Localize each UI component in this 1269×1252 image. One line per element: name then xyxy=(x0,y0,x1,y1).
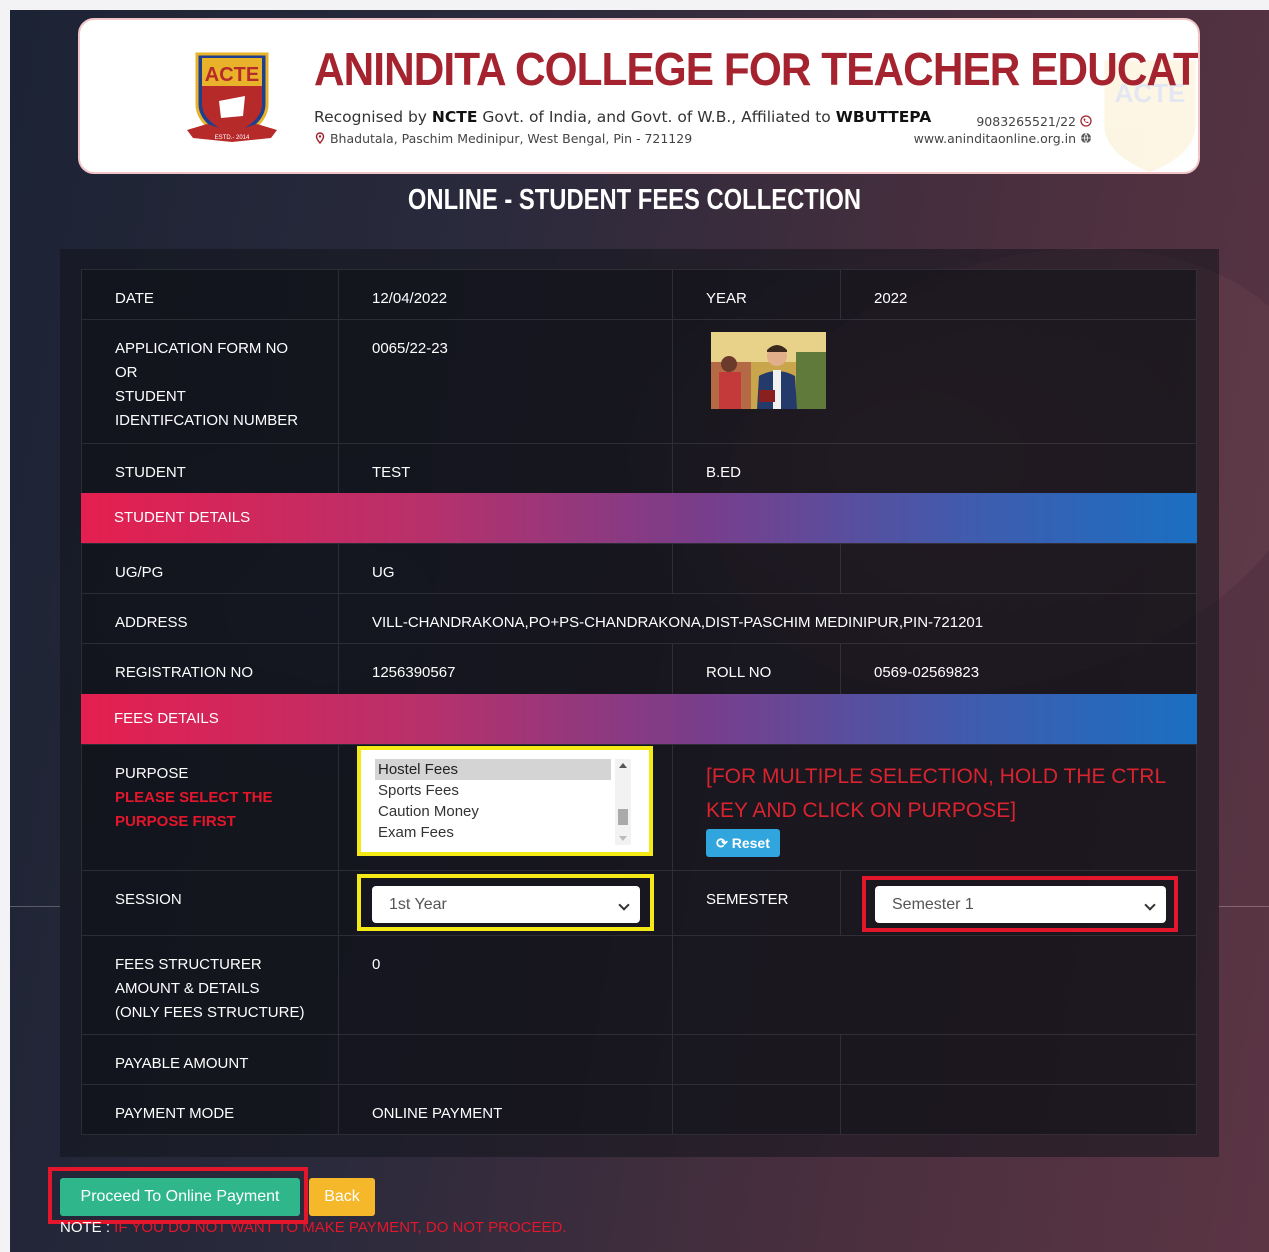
divider xyxy=(10,906,60,907)
location-pin-icon xyxy=(315,132,325,144)
svg-text:ACTE: ACTE xyxy=(205,64,259,86)
chevron-down-icon xyxy=(618,899,630,911)
purpose-label: PURPOSE PLEASE SELECT THE PURPOSE FIRST xyxy=(81,745,338,870)
reset-button[interactable]: ⟳ Reset xyxy=(706,829,780,857)
college-logo: ACTE ESTD.- 2014 xyxy=(187,52,277,142)
date-label: DATE xyxy=(115,290,154,307)
semester-select-highlight: Semester 1 xyxy=(862,876,1178,932)
globe-icon xyxy=(1081,132,1091,144)
purpose-option[interactable]: Caution Money xyxy=(375,801,631,822)
phone-icon xyxy=(1080,115,1092,127)
college-header: ACTE ESTD.- 2014 ACTE ANINDITA COLLEGE F… xyxy=(78,18,1200,174)
table-row: ADDRESS VILL-CHANDRAKONA,PO+PS-CHANDRAKO… xyxy=(81,593,1197,643)
recognition-line: Recognised by NCTE Govt. of India, and G… xyxy=(314,108,932,126)
registration-label: REGISTRATION NO xyxy=(115,664,254,681)
fees-structure-value: 0 xyxy=(372,956,381,973)
multiple-selection-hint: [FOR MULTIPLE SELECTION, HOLD THE CTRL K… xyxy=(706,765,1166,822)
roll-value: 0569-02569823 xyxy=(874,664,980,681)
year-label: YEAR xyxy=(706,290,747,307)
ugpg-label: UG/PG xyxy=(115,564,164,581)
purpose-warning: PLEASE SELECT THE xyxy=(115,789,273,806)
back-button[interactable]: Back xyxy=(309,1178,375,1216)
purpose-option[interactable]: Exam Fees xyxy=(375,822,631,843)
semester-label: SEMESTER xyxy=(706,891,789,908)
payment-mode-value: ONLINE PAYMENT xyxy=(372,1105,503,1122)
address-value: VILL-CHANDRAKONA,PO+PS-CHANDRAKONA,DIST-… xyxy=(372,614,984,631)
semester-select[interactable]: Semester 1 xyxy=(875,886,1166,923)
scroll-down-icon[interactable] xyxy=(619,836,627,841)
table-row: UG/PG UG xyxy=(81,543,1197,593)
purpose-listbox[interactable]: Hostel Fees Sports Fees Caution Money Ex… xyxy=(357,746,653,856)
scroll-up-icon[interactable] xyxy=(619,763,627,768)
chevron-down-icon xyxy=(1144,899,1156,911)
session-select-highlight: 1st Year xyxy=(357,874,654,931)
listbox-scrollbar[interactable] xyxy=(615,759,631,845)
address-label: ADDRESS xyxy=(115,614,188,631)
session-select[interactable]: 1st Year xyxy=(372,886,640,923)
table-row: REGISTRATION NO 1256390567 ROLL NO 0569-… xyxy=(81,643,1197,694)
ugpg-value: UG xyxy=(372,564,395,581)
college-phone: 9083265521/22 xyxy=(976,114,1092,129)
table-row: PAYMENT MODE ONLINE PAYMENT xyxy=(81,1084,1197,1135)
year-value: 2022 xyxy=(874,290,908,307)
student-details-section: STUDENT DETAILS xyxy=(81,493,1197,543)
table-row: APPLICATION FORM NO OR STUDENT IDENTIFCA… xyxy=(81,319,1197,443)
purpose-option[interactable]: Sports Fees xyxy=(375,780,631,801)
roll-label: ROLL NO xyxy=(706,664,772,681)
svg-text:ESTD.- 2014: ESTD.- 2014 xyxy=(215,135,250,141)
student-photo xyxy=(711,332,826,409)
application-value: 0065/22-23 xyxy=(372,340,448,357)
college-website[interactable]: www.aninditaonline.org.in xyxy=(914,131,1092,146)
student-label: STUDENT xyxy=(115,464,186,481)
fees-structure-label: FEES STRUCTURER AMOUNT & DETAILS (ONLY F… xyxy=(81,936,338,1034)
student-value: TEST xyxy=(372,464,411,481)
refresh-icon: ⟳ xyxy=(716,835,728,851)
registration-value: 1256390567 xyxy=(372,664,456,681)
date-value: 12/04/2022 xyxy=(372,290,448,307)
table-row: PAYABLE AMOUNT xyxy=(81,1034,1197,1084)
course-value: B.ED xyxy=(706,464,742,481)
scroll-thumb[interactable] xyxy=(618,809,628,825)
fees-details-section: FEES DETAILS xyxy=(81,694,1197,744)
page-title: ONLINE - STUDENT FEES COLLECTION xyxy=(407,184,862,216)
purpose-option[interactable]: Hostel Fees xyxy=(375,759,611,780)
application-label: APPLICATION FORM NO OR STUDENT IDENTIFCA… xyxy=(81,320,338,443)
payable-amount-label: PAYABLE AMOUNT xyxy=(115,1055,249,1072)
payment-note: NOTE : IF YOU DO NOT WANT TO MAKE PAYMEN… xyxy=(60,1219,567,1236)
purpose-warning: PURPOSE FIRST xyxy=(115,813,236,830)
college-address: Bhadutala, Paschim Medinipur, West Benga… xyxy=(314,131,692,146)
table-row: FEES STRUCTURER AMOUNT & DETAILS (ONLY F… xyxy=(81,935,1197,1034)
proceed-to-online-payment-button[interactable]: Proceed To Online Payment xyxy=(60,1178,300,1216)
payment-mode-label: PAYMENT MODE xyxy=(115,1105,235,1122)
session-label: SESSION xyxy=(115,891,182,908)
table-row: DATE 12/04/2022 YEAR 2022 xyxy=(81,269,1197,319)
college-name: ANINDITA COLLEGE FOR TEACHER EDUCATION xyxy=(314,43,1200,95)
table-row: STUDENT TEST B.ED xyxy=(81,443,1197,493)
divider xyxy=(1219,906,1269,907)
